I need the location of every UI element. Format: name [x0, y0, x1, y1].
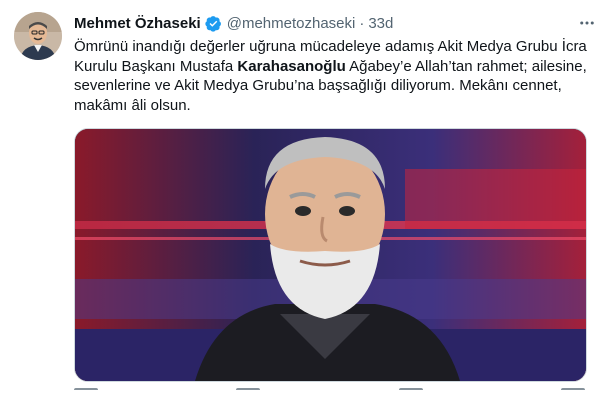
tweet-timestamp[interactable]: 33d: [368, 15, 393, 32]
media-photo: [75, 129, 586, 381]
tweet-card[interactable]: Mehmet Özhaseki @mehmetozhaseki · 33d Öm…: [0, 0, 614, 397]
separator-dot: ·: [359, 14, 365, 32]
reply-icon[interactable]: [74, 388, 98, 400]
avatar-image: [14, 12, 62, 60]
tweet-media-image[interactable]: [74, 128, 587, 382]
share-icon[interactable]: [560, 388, 585, 400]
retweet-icon[interactable]: [236, 388, 261, 400]
verified-badge-icon: [205, 15, 221, 32]
author-handle[interactable]: @mehmetozhaseki: [227, 15, 356, 32]
more-dots-graphic: [580, 21, 594, 25]
like-icon[interactable]: [398, 388, 423, 400]
author-name[interactable]: Mehmet Özhaseki: [74, 15, 201, 32]
more-options-icon[interactable]: [576, 12, 598, 34]
author-avatar[interactable]: [14, 12, 62, 60]
tweet-text-bold: Karahasanoğlu: [237, 57, 346, 75]
tweet-text: Ömrünü inandığı değerler uğruna mücadele…: [74, 37, 594, 115]
tweet-header: Mehmet Özhaseki @mehmetozhaseki · 33d: [74, 13, 393, 33]
